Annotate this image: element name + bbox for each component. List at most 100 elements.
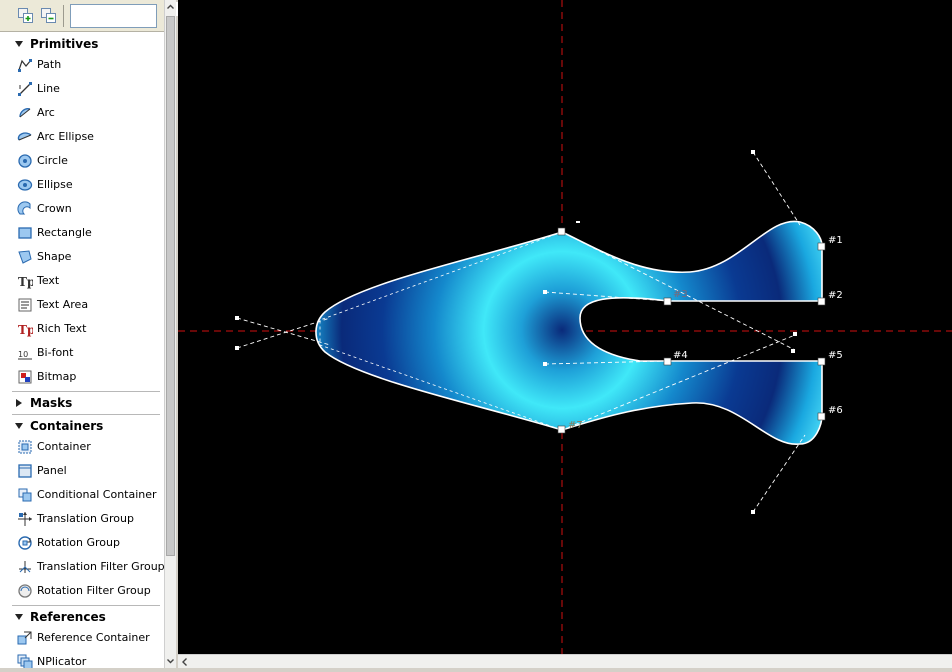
scroll-down-button[interactable]: [165, 654, 176, 668]
palette-item-path[interactable]: Path: [17, 54, 162, 76]
palette-panel: Primitives Path Line Arc Arc Ellipse Circle El…: [0, 0, 176, 668]
canvas-drawing: #1 #2 #3 #4 #5 #6 #7: [178, 0, 952, 654]
category-masks[interactable]: Masks: [0, 393, 160, 413]
point-label-4: #4: [673, 350, 688, 361]
palette-item-ellipse[interactable]: Ellipse: [17, 174, 162, 196]
category-references[interactable]: References: [0, 607, 160, 627]
palette-item-label: Reference Container: [37, 631, 150, 644]
palette-item-label: Path: [37, 58, 62, 71]
point-label-7: #7: [568, 420, 583, 431]
palette-item-label: Line: [37, 82, 60, 95]
palette-item-translation-group[interactable]: Translation Group: [17, 508, 162, 530]
palette-item-container[interactable]: Container: [17, 436, 162, 458]
gradient-shape[interactable]: [315, 220, 823, 445]
palette-item-arc-ellipse[interactable]: Arc Ellipse: [17, 126, 162, 148]
panel-icon: [17, 463, 33, 479]
category-primitives[interactable]: Primitives: [0, 34, 160, 54]
palette-item-label: Container: [37, 440, 91, 453]
palette-item-conditional-container[interactable]: Conditional Container: [17, 484, 162, 506]
palette-item-label: Translation Group: [37, 512, 134, 525]
expanded-arrow-icon[interactable]: [15, 41, 23, 47]
palette-item-circle[interactable]: Circle: [17, 150, 162, 172]
palette-item-rectangle[interactable]: Rectangle: [17, 222, 162, 244]
category-separator: [12, 605, 160, 606]
palette-item-label: Arc Ellipse: [37, 130, 94, 143]
category-containers[interactable]: Containers: [0, 416, 160, 436]
palette-item-label: Shape: [37, 250, 72, 263]
rich-text-icon: Tp: [17, 321, 35, 337]
palette-item-reference-container[interactable]: Reference Container: [17, 627, 162, 649]
collapse-all-button[interactable]: [40, 7, 58, 25]
palette-search-input[interactable]: [70, 4, 157, 28]
point-label-2: #2: [828, 290, 843, 301]
svg-text:Tp: Tp: [18, 275, 33, 289]
category-label: Primitives: [30, 37, 99, 51]
svg-text:Tp: Tp: [18, 323, 33, 337]
rotation-group-icon: [17, 535, 33, 551]
palette-item-panel[interactable]: Panel: [17, 460, 162, 482]
palette-item-text[interactable]: Tp Text: [17, 270, 162, 292]
arc-icon: [17, 105, 33, 121]
palette-item-rich-text[interactable]: Tp Rich Text: [17, 318, 162, 340]
palette-item-label: Crown: [37, 202, 72, 215]
palette-item-nplicator[interactable]: NPlicator: [17, 651, 162, 668]
conditional-container-icon: [17, 487, 33, 503]
palette-item-label: Circle: [37, 154, 68, 167]
translation-filter-group-icon: [17, 559, 33, 575]
palette-item-label: Rotation Filter Group: [37, 584, 151, 597]
palette-item-rotation-group[interactable]: Rotation Group: [17, 532, 162, 554]
category-label: Containers: [30, 419, 104, 433]
palette-item-crown[interactable]: Crown: [17, 198, 162, 220]
expand-all-icon: [18, 8, 33, 23]
expanded-arrow-icon[interactable]: [15, 614, 23, 620]
canvas-horizontal-scrollbar[interactable]: [178, 654, 952, 668]
category-separator: [12, 414, 160, 415]
expand-all-button[interactable]: [17, 7, 35, 25]
palette-tree: Primitives Path Line Arc Arc Ellipse Circle El…: [0, 32, 164, 668]
text-area-icon: [17, 297, 33, 313]
palette-item-label: Ellipse: [37, 178, 73, 191]
point-label-5: #5: [828, 350, 843, 361]
point-label-6: #6: [828, 405, 843, 416]
palette-item-line[interactable]: Line: [17, 78, 162, 100]
palette-item-label: Bitmap: [37, 370, 77, 383]
expanded-arrow-icon[interactable]: [15, 423, 23, 429]
palette-item-bi-font[interactable]: 10 Bi-font: [17, 342, 162, 364]
palette-item-label: Rotation Group: [37, 536, 120, 549]
palette-item-label: Bi-font: [37, 346, 74, 359]
point-label-3: #3: [673, 289, 688, 300]
category-label: References: [30, 610, 106, 624]
palette-vertical-scrollbar[interactable]: [164, 0, 176, 668]
collapse-all-icon: [41, 8, 56, 23]
drawing-canvas[interactable]: #1 #2 #3 #4 #5 #6 #7: [178, 0, 952, 654]
bi-font-icon: 10: [17, 345, 33, 361]
palette-item-bitmap[interactable]: Bitmap: [17, 366, 162, 388]
palette-item-translation-filter-group[interactable]: Translation Filter Group: [17, 556, 164, 578]
point-label-1: #1: [828, 235, 843, 246]
palette-item-label: Arc: [37, 106, 55, 119]
svg-text:10: 10: [18, 350, 28, 359]
palette-item-arc[interactable]: Arc: [17, 102, 162, 124]
chevron-up-icon: [167, 4, 174, 9]
translation-group-icon: [17, 511, 33, 527]
palette-item-label: Conditional Container: [37, 488, 157, 501]
shape-icon: [17, 249, 33, 265]
palette-item-label: Translation Filter Group: [37, 560, 164, 573]
line-icon: [17, 81, 33, 97]
collapsed-arrow-icon[interactable]: [16, 399, 22, 407]
scroll-up-button[interactable]: [165, 0, 176, 14]
scroll-thumb[interactable]: [166, 16, 175, 556]
ellipse-icon: [17, 177, 33, 193]
path-icon: [17, 57, 33, 73]
toolbar-separator: [63, 5, 64, 27]
reference-container-icon: [17, 630, 33, 646]
palette-item-rotation-filter-group[interactable]: Rotation Filter Group: [17, 580, 162, 602]
palette-item-label: Text Area: [37, 298, 89, 311]
palette-item-shape[interactable]: Shape: [17, 246, 162, 268]
scroll-left-button[interactable]: [178, 655, 192, 669]
chevron-left-icon: [182, 658, 187, 666]
palette-toolbar: [0, 0, 164, 32]
palette-item-label: Rich Text: [37, 322, 87, 335]
text-icon: Tp: [17, 273, 35, 289]
palette-item-text-area[interactable]: Text Area: [17, 294, 162, 316]
